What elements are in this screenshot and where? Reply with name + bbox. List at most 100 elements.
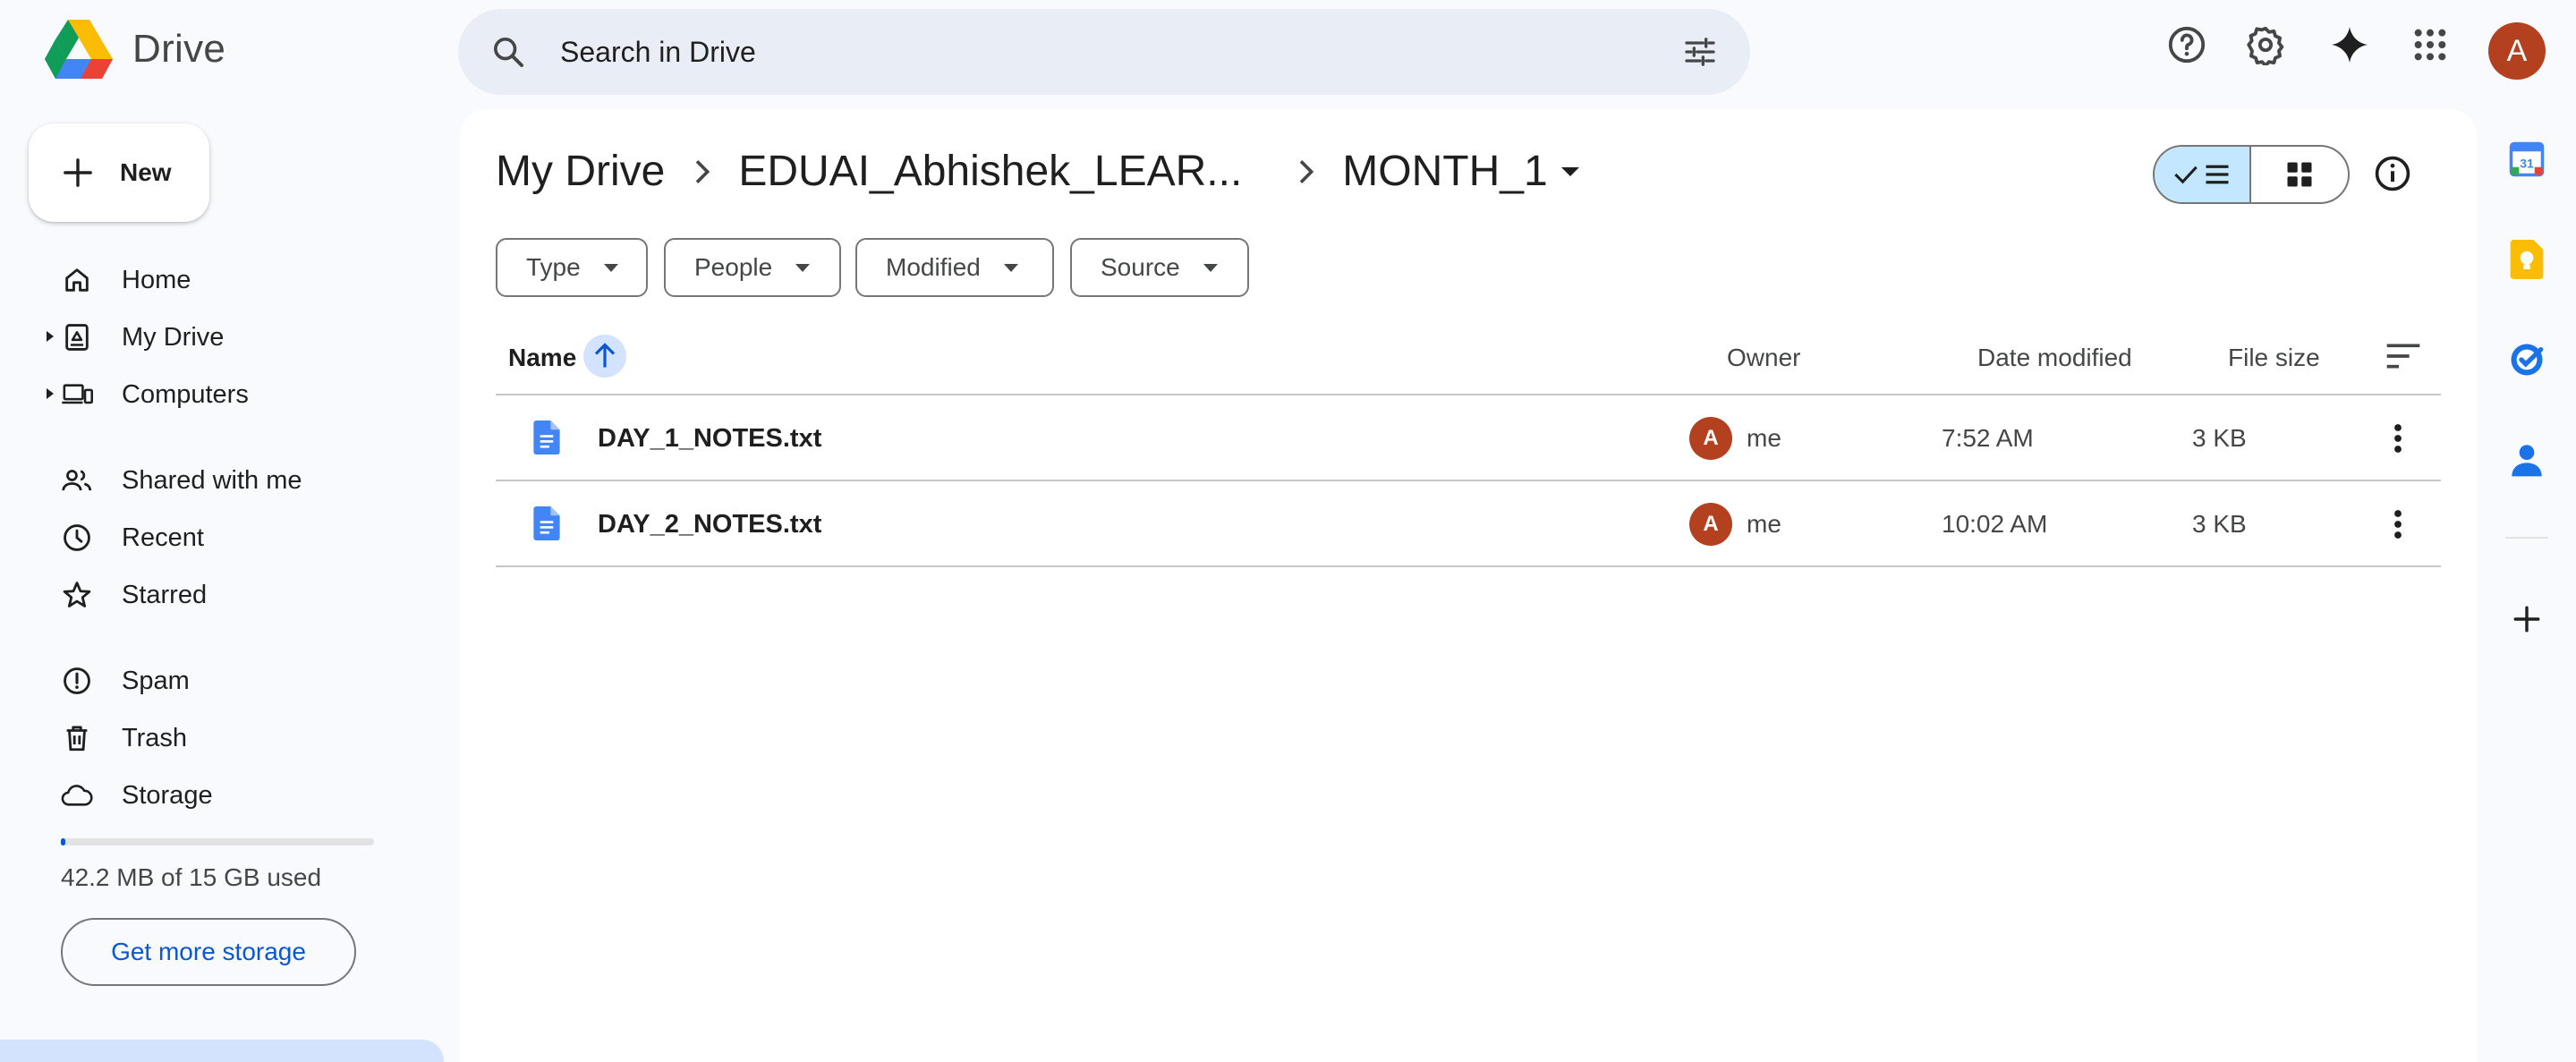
filter-chip-label: People: [694, 253, 773, 281]
owner-avatar: A: [1689, 417, 1732, 460]
breadcrumb-my-drive[interactable]: My Drive: [496, 147, 665, 196]
main-panel: My Drive EDUAI_Abhishek_LEAR... MONTH_1: [460, 109, 2477, 1062]
my-drive-icon: [61, 321, 93, 353]
more-actions-icon[interactable]: [2393, 422, 2403, 455]
caret-down-icon: [1203, 263, 1218, 272]
text-document-icon: [533, 421, 560, 455]
clock-icon: [61, 522, 93, 554]
calendar-icon[interactable]: 31: [2505, 138, 2548, 181]
caret-down-icon: [795, 263, 811, 272]
drive-logo-icon: [45, 20, 113, 79]
spam-icon: [61, 665, 93, 697]
home-icon: [61, 264, 93, 296]
caret-down-icon: [1560, 166, 1580, 177]
drive-logo[interactable]: Drive: [45, 20, 225, 79]
owner-name: me: [1747, 510, 1781, 538]
tasks-icon[interactable]: [2505, 338, 2548, 381]
caret-down-icon: [1003, 263, 1018, 272]
sidebar-item-home[interactable]: Home: [0, 251, 447, 307]
sidebar-item-label: Trash: [122, 724, 188, 752]
sort-options-icon[interactable]: [2385, 342, 2421, 370]
date-modified: 10:02 AM: [1942, 510, 2048, 538]
contacts-icon[interactable]: [2505, 438, 2548, 481]
get-more-storage-button[interactable]: Get more storage: [61, 918, 356, 986]
more-actions-icon[interactable]: [2393, 508, 2403, 540]
plus-icon: [63, 157, 93, 188]
gemini-sparkle-icon[interactable]: [2328, 23, 2371, 66]
apps-grid-icon[interactable]: [2409, 23, 2452, 66]
sidebar-item-spam[interactable]: Spam: [0, 652, 447, 708]
sort-ascending-icon[interactable]: [583, 335, 626, 378]
date-modified: 7:52 AM: [1942, 424, 2034, 452]
file-name[interactable]: DAY_2_NOTES.txt: [598, 510, 821, 539]
filter-chip-modified[interactable]: Modified: [855, 238, 1054, 297]
expand-caret-icon[interactable]: [45, 330, 55, 343]
search-bar[interactable]: Search in Drive: [458, 9, 1750, 95]
sidebar-item-computers[interactable]: Computers: [0, 366, 447, 421]
owner-avatar: A: [1689, 503, 1732, 546]
list-icon: [2204, 163, 2231, 186]
sidebar-item-shared-with-me[interactable]: Shared with me: [0, 452, 447, 507]
view-toggle: [2153, 145, 2350, 204]
tune-icon[interactable]: [1682, 34, 1718, 70]
storage-usage-bar: [61, 838, 374, 845]
sidebar-item-storage[interactable]: Storage: [0, 767, 447, 822]
list-view-button[interactable]: [2155, 147, 2251, 202]
filter-chip-label: Modified: [886, 253, 981, 281]
info-icon[interactable]: [2373, 154, 2412, 193]
current-folder-name: MONTH_1: [1342, 148, 1548, 195]
computers-icon: [61, 378, 93, 411]
search-icon[interactable]: [490, 34, 526, 70]
file-name[interactable]: DAY_1_NOTES.txt: [598, 424, 821, 454]
sidebar-item-my-drive[interactable]: My Drive: [0, 309, 447, 364]
caret-down-icon: [603, 263, 618, 272]
breadcrumb-current-folder[interactable]: MONTH_1: [1342, 147, 1579, 196]
column-header-file-size[interactable]: File size: [2228, 344, 2320, 372]
table-row[interactable]: DAY_2_NOTES.txt A me 10:02 AM 3 KB: [496, 481, 2441, 567]
breadcrumb: My Drive EDUAI_Abhishek_LEAR... MONTH_1: [496, 147, 1580, 196]
sidebar-item-label: My Drive: [122, 323, 225, 352]
owner-name: me: [1747, 424, 1781, 452]
column-header-date-modified[interactable]: Date modified: [1977, 344, 2132, 372]
sidebar-item-trash[interactable]: Trash: [0, 709, 447, 765]
storage-usage-text: 42.2 MB of 15 GB used: [61, 863, 322, 891]
file-size: 3 KB: [2192, 510, 2247, 538]
filter-chip-type[interactable]: Type: [496, 238, 648, 297]
sidebar-item-label: Starred: [122, 581, 208, 609]
add-app-icon[interactable]: [2505, 598, 2548, 641]
keep-icon[interactable]: [2505, 238, 2548, 281]
sidebar-item-label: Spam: [122, 667, 190, 695]
help-icon[interactable]: [2165, 23, 2208, 66]
column-header-name[interactable]: Name: [508, 344, 576, 372]
sidebar-item-recent[interactable]: Recent: [0, 509, 447, 565]
trash-icon: [61, 722, 93, 754]
expand-caret-icon[interactable]: [45, 387, 55, 400]
sidebar-item-label: Storage: [122, 781, 213, 810]
file-table-header: Name Owner Date modified File size: [496, 317, 2441, 395]
filter-chip-label: Type: [526, 253, 581, 281]
sidebar-footer-banner[interactable]: [0, 1040, 444, 1062]
chevron-right-icon: [692, 158, 711, 185]
column-header-owner: Owner: [1727, 344, 1801, 371]
filter-chip-label: Source: [1101, 253, 1180, 281]
breadcrumb-parent-folder[interactable]: EDUAI_Abhishek_LEAR...: [738, 147, 1242, 196]
filter-chip-people[interactable]: People: [664, 238, 841, 297]
search-input[interactable]: Search in Drive: [560, 36, 756, 69]
star-icon: [61, 579, 93, 611]
grid-view-button[interactable]: [2251, 147, 2348, 202]
sidebar-item-label: Computers: [122, 380, 249, 409]
people-icon: [61, 464, 93, 497]
cloud-icon: [61, 779, 93, 811]
account-avatar[interactable]: A: [2488, 22, 2546, 80]
new-button[interactable]: New: [29, 123, 209, 222]
table-row[interactable]: DAY_1_NOTES.txt A me 7:52 AM 3 KB: [496, 395, 2441, 481]
chevron-right-icon: [1296, 158, 1315, 185]
new-button-label: New: [120, 158, 172, 186]
app-name: Drive: [132, 27, 226, 71]
sidebar-item-starred[interactable]: Starred: [0, 566, 447, 622]
sidebar-item-label: Recent: [122, 523, 204, 552]
grid-icon: [2286, 161, 2313, 188]
settings-icon[interactable]: [2244, 23, 2287, 66]
filter-chip-source[interactable]: Source: [1070, 238, 1249, 297]
side-panel-divider: [2505, 537, 2548, 539]
